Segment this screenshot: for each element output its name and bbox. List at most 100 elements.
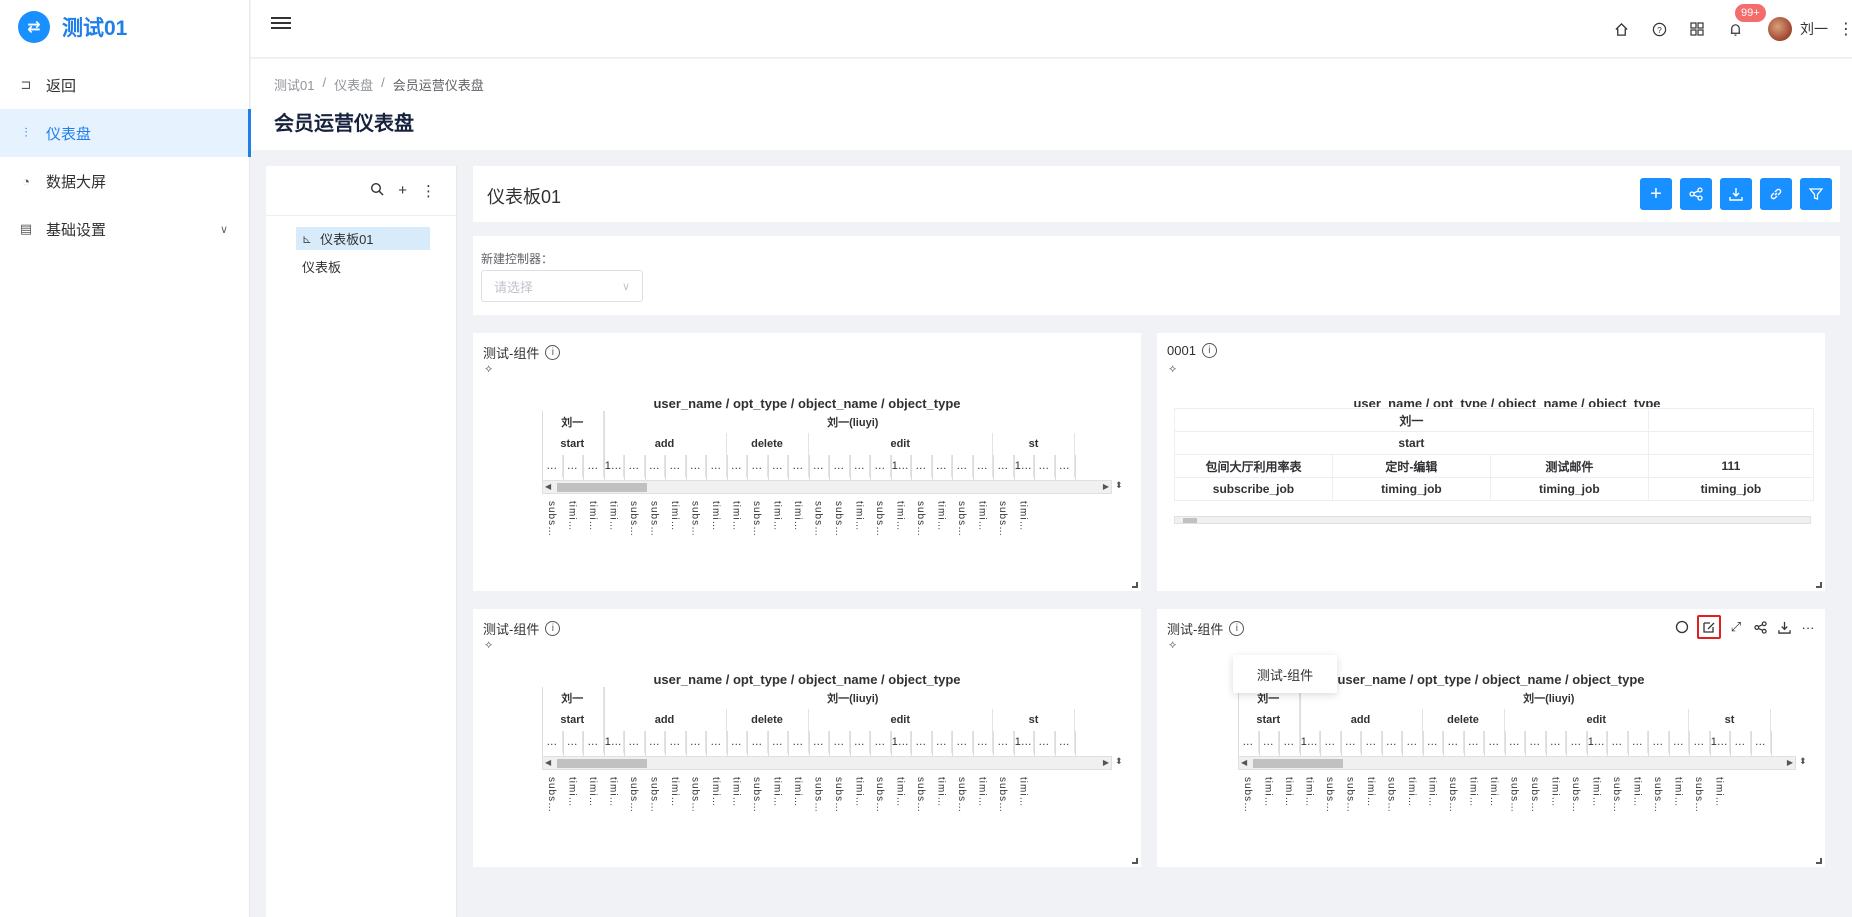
loading-circle-icon[interactable] <box>1673 617 1691 637</box>
help-icon[interactable]: ? <box>1640 14 1678 44</box>
pivot-leaf-cell: … <box>993 731 1014 753</box>
add-chart-button[interactable]: + <box>1640 178 1672 210</box>
table-cell: timing_job <box>1489 477 1649 501</box>
add-icon[interactable]: + <box>398 182 407 199</box>
pivot-row-label: timi… <box>730 501 742 532</box>
table-cell: 测试邮件 <box>1489 454 1649 478</box>
bell-icon[interactable]: 99+ <box>1716 4 1766 44</box>
more-vertical-icon[interactable]: ⋮ <box>1838 19 1852 39</box>
pivot-title: user_name / opt_type / object_name / obj… <box>653 396 961 411</box>
pivot-row-label: subs… <box>833 501 844 538</box>
home-icon[interactable] <box>1602 14 1640 44</box>
table-cell: 包间大厅利用率表 <box>1174 454 1333 478</box>
resize-handle-icon[interactable] <box>1132 858 1138 864</box>
pivot-leaf-cell: … <box>665 455 686 477</box>
pivot-row-label: timi… <box>1713 777 1725 808</box>
chart-card[interactable]: 测试-组件 i ⟡ user_name / opt_type / object_n… <box>473 333 1141 591</box>
sidebar-item-data-screen[interactable]: ◔ 数据大屏 <box>0 157 250 205</box>
pivot-leaf-cell: … <box>645 731 665 753</box>
tree-node-dashboard01[interactable]: ⊾ 仪表板01 <box>296 227 430 250</box>
data-table: 刘一 start 包间大厅利用率表 定时-编辑 测试邮件 111 subscri… <box>1174 408 1815 501</box>
app-logo[interactable]: ⇄ 测试01 <box>18 10 127 44</box>
info-icon[interactable]: i <box>1229 621 1245 636</box>
pivot-leaf-cell: … <box>1382 731 1402 753</box>
chart-card[interactable]: 测试-组件 i ⟡ user_name / opt_type / object_n… <box>473 609 1141 867</box>
pivot-row-label: timi… <box>730 777 742 808</box>
info-icon[interactable]: i <box>545 345 561 360</box>
chart-icon: ⊾ <box>302 231 313 246</box>
horizontal-scrollbar[interactable]: ◀ ▶ <box>1238 756 1796 770</box>
resize-handle-icon[interactable] <box>1816 858 1822 864</box>
share-button[interactable] <box>1680 178 1712 210</box>
user-name[interactable]: 刘一 <box>1800 19 1828 39</box>
table-cell: timing_job <box>1331 477 1491 501</box>
pivot-row-label: timi… <box>771 777 783 808</box>
sidebar-item-dashboard[interactable]: ⫶ 仪表盘 <box>0 109 251 157</box>
sidebar-item-settings[interactable]: ▤ 基础设置 ∨ <box>0 205 250 253</box>
horizontal-scrollbar[interactable]: ◀ ▶ <box>542 480 1112 494</box>
pivot-leaf-cell: … <box>829 731 850 753</box>
resize-handle-icon[interactable] <box>1816 582 1822 588</box>
horizontal-scrollbar[interactable] <box>1174 516 1811 524</box>
link-badge-icon: ⟡ <box>485 363 493 375</box>
search-icon[interactable] <box>370 182 384 200</box>
info-icon[interactable]: i <box>545 621 561 636</box>
back-icon: ⊐ <box>20 77 32 92</box>
pivot-leaf-cell: 1… <box>1014 731 1034 753</box>
pivot-row-label: timi… <box>1488 777 1499 808</box>
download-button[interactable] <box>1720 178 1752 210</box>
pivot-row-label: timi… <box>1590 777 1602 808</box>
filter-button[interactable] <box>1800 178 1832 210</box>
pivot-row-label: timi… <box>792 777 803 808</box>
pivot-header-cell: delete <box>727 433 809 455</box>
link-badge-icon: ⟡ <box>485 639 493 651</box>
vertical-scrollbar-arrows[interactable]: ⬍ <box>1115 480 1123 491</box>
breadcrumb-item[interactable]: 仪表盘 <box>334 75 373 94</box>
pivot-leaf-cell: … <box>1361 731 1382 753</box>
pivot-leaf-cell: … <box>583 731 604 753</box>
info-icon[interactable]: i <box>1201 343 1217 358</box>
pivot-leaf-cell: … <box>788 455 809 477</box>
pivot-header-cell: start <box>542 709 604 731</box>
tree-node-dashboard[interactable]: 仪表板 <box>296 255 430 278</box>
pivot-leaf-cell: … <box>1034 731 1055 753</box>
apps-grid-icon[interactable] <box>1678 14 1716 44</box>
sidebar-item-label: 返回 <box>46 77 77 95</box>
pivot-leaf-cell: … <box>952 731 973 753</box>
resize-handle-icon[interactable] <box>1132 582 1138 588</box>
controller-select[interactable]: 请选择 ∨ <box>481 270 643 302</box>
share-icon[interactable] <box>1751 617 1769 637</box>
pivot-leaf-cell: … <box>542 731 563 753</box>
breadcrumb-item[interactable]: 测试01 <box>274 75 314 94</box>
pivot-row-label: subs… <box>546 501 557 538</box>
vertical-scrollbar-arrows[interactable]: ⬍ <box>1799 756 1807 767</box>
pivot-leaf-cell: … <box>727 455 747 477</box>
pivot-row-label: timi… <box>566 777 578 808</box>
pivot-leaf-cell: … <box>1628 731 1648 753</box>
vertical-scrollbar-arrows[interactable]: ⬍ <box>1115 756 1123 767</box>
sidebar-item-label: 仪表盘 <box>46 125 92 143</box>
fullscreen-icon[interactable]: ⤢ <box>1727 617 1745 637</box>
link-button[interactable] <box>1760 178 1792 210</box>
pivot-row-label: subs… <box>751 501 762 538</box>
pivot-row-label: subs… <box>1447 777 1458 814</box>
more-vertical-icon[interactable]: ⋮ <box>421 182 436 200</box>
pivot-row-label: timi… <box>1262 777 1274 808</box>
edit-icon[interactable] <box>1697 615 1721 639</box>
sidebar-item-back[interactable]: ⊐ 返回 <box>0 61 250 109</box>
chart-card[interactable]: 0001 i ⟡ user_name / opt_type / object_na… <box>1157 333 1825 591</box>
tree-toolbar: + ⋮ <box>266 166 456 216</box>
dashboard-title: 仪表板01 <box>487 187 562 207</box>
horizontal-scrollbar[interactable]: ◀ ▶ <box>542 756 1112 770</box>
pivot-row-label: subs… <box>1508 777 1520 814</box>
more-icon[interactable]: ··· <box>1799 617 1817 637</box>
breadcrumb-current: 会员运营仪表盘 <box>392 78 484 93</box>
pivot-header-cell: st <box>1689 709 1771 731</box>
pivot-row-label: subs… <box>812 777 824 814</box>
avatar[interactable] <box>1768 17 1792 41</box>
pivot-row-label: timi… <box>1426 777 1438 808</box>
collapse-menu-icon[interactable] <box>271 14 291 32</box>
download-icon[interactable] <box>1775 617 1793 637</box>
chart-card[interactable]: 测试-组件 i ⟡ ⤢ ··· user_name / opt_type / ob… <box>1157 609 1825 867</box>
card-title: 测试-组件 <box>483 346 540 361</box>
